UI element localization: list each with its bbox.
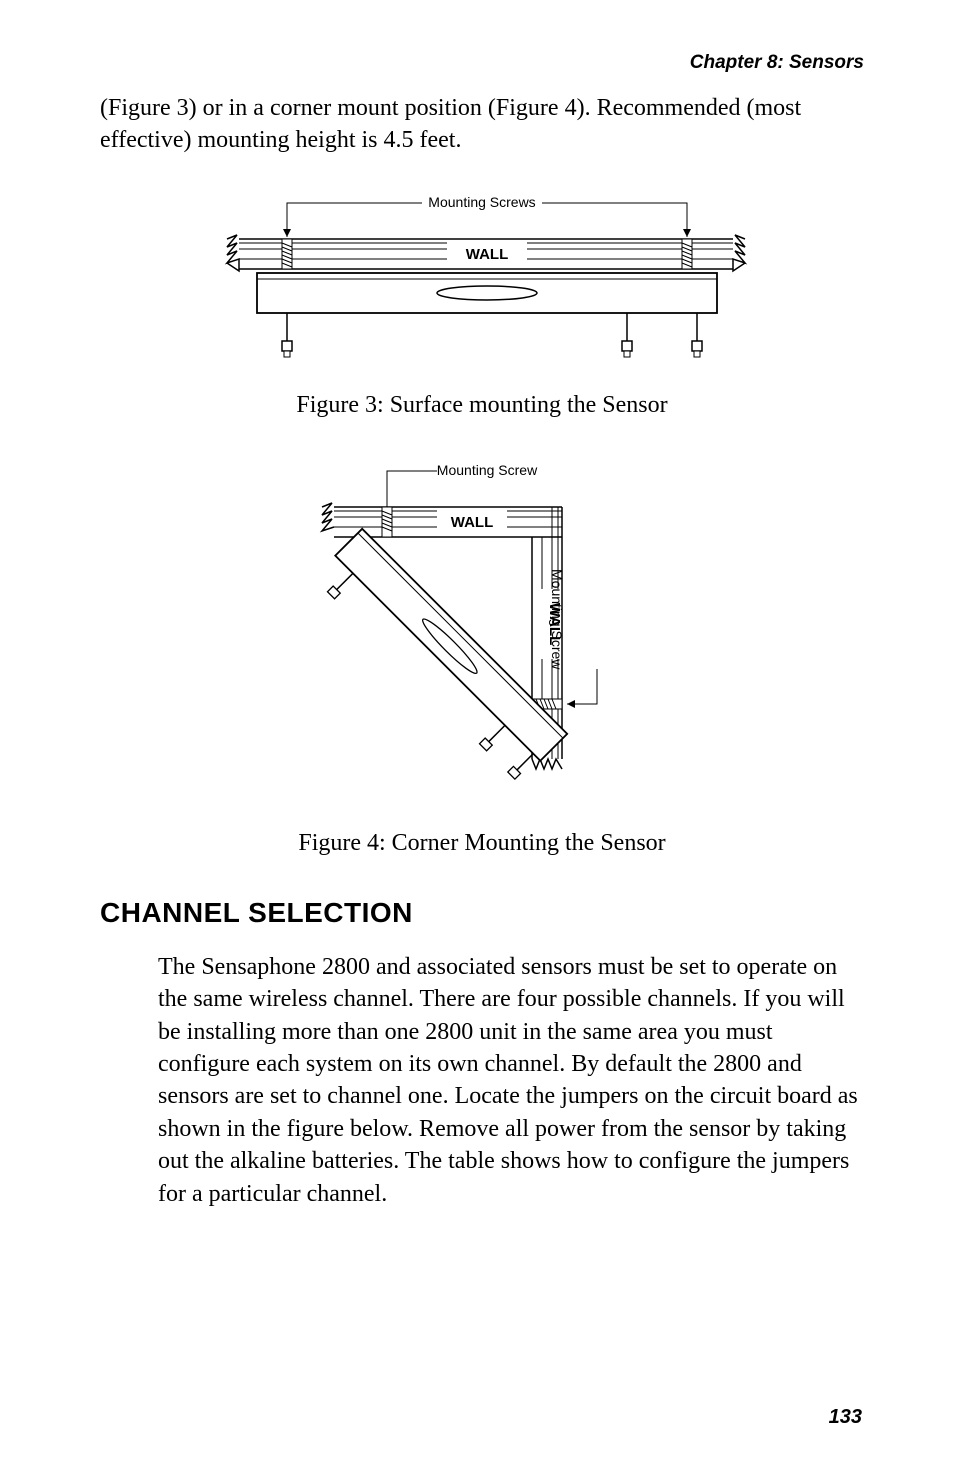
- figure-4-caption: Figure 4: Corner Mounting the Sensor: [100, 830, 864, 857]
- sensor-body: [257, 273, 717, 357]
- mounting-screw-label-right: Mounting Screw: [549, 569, 565, 670]
- screw-icon: [282, 239, 292, 269]
- sensor-body-corner: [313, 529, 567, 783]
- section-heading-channel-selection: CHANNEL SELECTION: [100, 897, 864, 929]
- figure-3: Mounting Screws WALL: [100, 191, 864, 386]
- wall-surface: WALL: [227, 235, 745, 271]
- page-number: 133: [829, 1406, 862, 1429]
- wall-label-fig3: WALL: [466, 246, 509, 263]
- figure-4: Mounting Screw WALL: [100, 459, 864, 824]
- intro-paragraph: (Figure 3) or in a corner mount position…: [100, 92, 864, 157]
- screw-icon: [682, 239, 692, 269]
- figure-3-diagram: Mounting Screws WALL: [197, 191, 767, 381]
- chapter-header: Chapter 8: Sensors: [100, 52, 864, 74]
- mounting-screw-label-top: Mounting Screw: [437, 462, 538, 478]
- figure-3-caption: Figure 3: Surface mounting the Sensor: [100, 392, 864, 419]
- wall-label-top: WALL: [451, 514, 494, 531]
- body-paragraph: The Sensaphone 2800 and associated senso…: [158, 951, 864, 1210]
- mounting-screws-label: Mounting Screws: [428, 194, 535, 210]
- figure-4-diagram: Mounting Screw WALL: [272, 459, 692, 819]
